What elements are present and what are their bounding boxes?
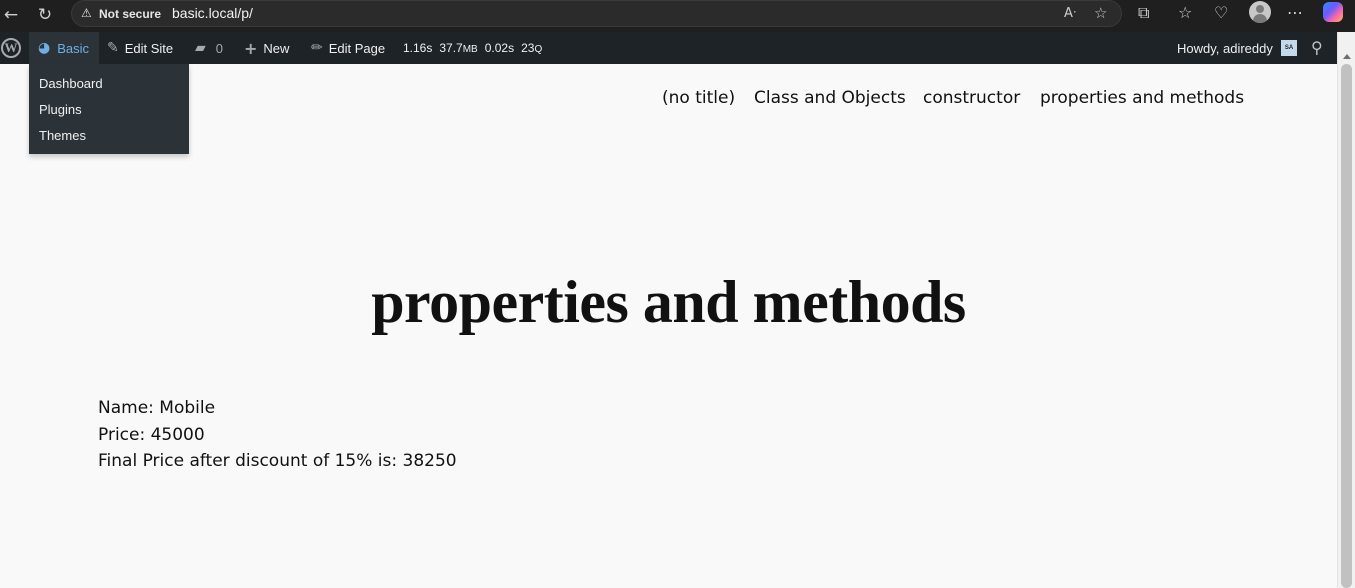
more-menu-icon[interactable]: ⋯ bbox=[1287, 3, 1303, 22]
browser-essentials-icon[interactable]: ♡ bbox=[1214, 3, 1228, 22]
dashboard-icon: ◕ bbox=[38, 40, 51, 56]
favorite-star-icon[interactable]: ☆ bbox=[1094, 4, 1107, 22]
plus-icon: + bbox=[244, 38, 258, 58]
profile-avatar[interactable] bbox=[1249, 1, 1271, 23]
page-title: properties and methods bbox=[371, 269, 966, 335]
back-arrow-icon[interactable]: ← bbox=[0, 2, 25, 28]
search-icon[interactable]: ⚲ bbox=[1311, 38, 1323, 57]
menu-item-dashboard[interactable]: Dashboard bbox=[39, 76, 103, 91]
scroll-up-arrow-icon[interactable] bbox=[1343, 54, 1351, 59]
content-line-final-price: Final Price after discount of 15% is: 38… bbox=[98, 451, 457, 471]
stat-query-count: 23Q bbox=[521, 41, 543, 55]
edit-site-label: Edit Site bbox=[124, 40, 174, 56]
extensions-icon[interactable]: ⧉ bbox=[1138, 3, 1149, 23]
nav-item-no-title[interactable]: (no title) bbox=[662, 88, 735, 110]
howdy-user[interactable]: Howdy, adireddy bbox=[1177, 32, 1273, 64]
edit-site-button[interactable]: ✎ Edit Site bbox=[107, 32, 173, 64]
query-monitor-stats[interactable]: 1.16s 37.7MB 0.02s 23Q bbox=[403, 32, 542, 64]
user-avatar[interactable]: SA bbox=[1281, 40, 1297, 56]
brush-icon: ✎ bbox=[107, 40, 119, 56]
page-scrollbar[interactable] bbox=[1337, 32, 1355, 588]
refresh-icon[interactable]: ↻ bbox=[31, 2, 59, 28]
warning-icon: ⚠ bbox=[81, 6, 92, 20]
site-dropdown-menu: Dashboard Plugins Themes bbox=[29, 64, 189, 154]
stat-time: 1.16s bbox=[403, 41, 433, 55]
scrollbar-thumb[interactable] bbox=[1341, 64, 1352, 588]
favorites-icon[interactable]: ☆ bbox=[1178, 3, 1192, 22]
edit-page-label: Edit Page bbox=[328, 40, 386, 56]
edit-page-button[interactable]: ✏ Edit Page bbox=[311, 32, 385, 64]
site-name-label: Basic bbox=[57, 40, 90, 56]
browser-toolbar: ← ↻ ⚠ Not secure basic.local/p/ Aᐧ ☆ ⧉ ☆… bbox=[0, 0, 1355, 32]
menu-item-plugins[interactable]: Plugins bbox=[39, 102, 82, 117]
copilot-icon[interactable] bbox=[1323, 2, 1343, 22]
pencil-icon: ✏ bbox=[311, 40, 323, 56]
read-aloud-icon[interactable]: Aᐧ bbox=[1064, 6, 1076, 21]
stat-memory: 37.7MB bbox=[439, 41, 478, 55]
new-label: New bbox=[263, 40, 290, 56]
wordpress-logo-icon[interactable]: W bbox=[1, 38, 21, 58]
address-bar[interactable]: ⚠ Not secure basic.local/p/ Aᐧ ☆ bbox=[71, 0, 1122, 27]
nav-item-constructor[interactable]: constructor bbox=[923, 88, 1020, 110]
comments-count: 0 bbox=[215, 40, 224, 56]
content-line-name: Name: Mobile bbox=[98, 398, 216, 418]
comment-bubble-icon: ▰ bbox=[195, 40, 206, 56]
wp-admin-bar: W ◕ Basic ✎ Edit Site ▰ 0 + New ✏ Edit P… bbox=[0, 32, 1337, 64]
menu-item-themes[interactable]: Themes bbox=[39, 128, 86, 143]
comments-button[interactable]: ▰ 0 bbox=[195, 32, 223, 64]
nav-item-properties-and-methods[interactable]: properties and methods bbox=[1040, 88, 1244, 110]
content-line-price: Price: 45000 bbox=[98, 425, 205, 445]
security-label[interactable]: Not secure bbox=[99, 7, 161, 21]
nav-item-class-and-objects[interactable]: Class and Objects bbox=[754, 88, 906, 110]
url-text[interactable]: basic.local/p/ bbox=[172, 5, 253, 21]
admin-bar-site-name[interactable]: ◕ Basic bbox=[29, 32, 99, 64]
new-content-button[interactable]: + New bbox=[244, 32, 289, 64]
stat-query-time: 0.02s bbox=[484, 41, 515, 55]
